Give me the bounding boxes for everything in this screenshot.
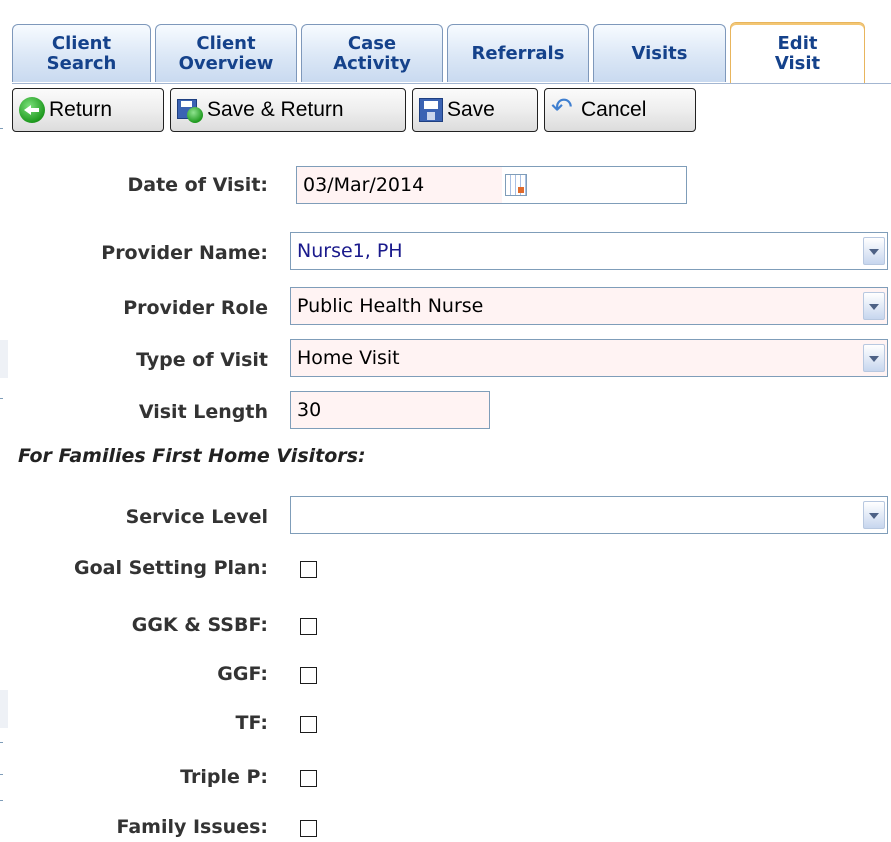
- tab-label: Client Overview: [178, 32, 274, 74]
- ggf-checkbox[interactable]: [300, 667, 317, 684]
- ggf-label: GGF:: [217, 663, 268, 685]
- tf-label: TF:: [235, 712, 269, 734]
- edge-tick: [0, 742, 3, 743]
- save-return-icon: [177, 97, 203, 123]
- goal-setting-plan-checkbox[interactable]: [300, 561, 317, 578]
- calendar-icon[interactable]: [505, 174, 527, 196]
- chevron-down-icon[interactable]: [863, 344, 885, 372]
- tab-referrals[interactable]: Referrals: [447, 24, 589, 82]
- provider-role-label: Provider Role: [123, 297, 268, 319]
- service-level-select[interactable]: [290, 496, 888, 534]
- edge-tick: [0, 128, 3, 129]
- tab-visits[interactable]: Visits: [593, 24, 726, 82]
- visit-length-input[interactable]: 30: [290, 391, 490, 429]
- type-of-visit-select[interactable]: Home Visit: [290, 339, 888, 377]
- return-icon: [19, 97, 45, 123]
- edge-tick: [0, 774, 3, 775]
- save-return-label: Save & Return: [207, 98, 344, 121]
- return-label: Return: [49, 98, 113, 121]
- date-value: 03/Mar/2014: [303, 174, 425, 196]
- cancel-icon: [551, 93, 577, 123]
- chevron-down-icon[interactable]: [863, 237, 885, 265]
- type-of-visit-value: Home Visit: [297, 347, 400, 369]
- triple-p-checkbox[interactable]: [300, 770, 317, 787]
- cancel-label: Cancel: [581, 98, 647, 121]
- tab-client-overview[interactable]: Client Overview: [155, 24, 297, 82]
- save-icon: [419, 98, 443, 122]
- tab-label: Edit Visit: [774, 32, 821, 74]
- tf-checkbox[interactable]: [300, 716, 317, 733]
- save-return-button[interactable]: Save & Return: [170, 88, 406, 132]
- triple-p-label: Triple P:: [180, 766, 268, 788]
- save-button[interactable]: Save: [412, 88, 538, 132]
- service-level-label: Service Level: [125, 506, 268, 528]
- edge-shade: [0, 340, 8, 378]
- type-of-visit-label: Type of Visit: [136, 349, 268, 371]
- goal-setting-plan-label: Goal Setting Plan:: [74, 557, 268, 579]
- chevron-down-icon[interactable]: [863, 292, 885, 320]
- page-left-edge: [0, 0, 12, 842]
- family-issues-label: Family Issues:: [116, 816, 268, 838]
- provider-name-label: Provider Name:: [101, 242, 268, 264]
- tab-case-activity[interactable]: Case Activity: [301, 24, 443, 82]
- tab-label: Case Activity: [333, 32, 411, 74]
- visit-length-label: Visit Length: [138, 401, 268, 423]
- tab-divider: [12, 83, 891, 84]
- tab-edit-visit[interactable]: Edit Visit: [730, 22, 865, 84]
- save-label: Save: [447, 98, 495, 121]
- provider-role-value: Public Health Nurse: [297, 295, 484, 317]
- ggk-ssbf-checkbox[interactable]: [300, 618, 317, 635]
- tab-label: Referrals: [471, 42, 565, 64]
- return-button[interactable]: Return: [12, 88, 164, 132]
- section-title: For Families First Home Visitors:: [18, 445, 366, 467]
- visit-length-value: 30: [297, 399, 322, 421]
- tab-strip: Client Search Client Overview Case Activ…: [12, 22, 891, 84]
- edge-shade: [0, 690, 8, 728]
- provider-name-value: Nurse1, PH: [297, 240, 403, 262]
- edge-tick: [0, 398, 3, 399]
- date-of-visit-field[interactable]: 03/Mar/2014: [296, 166, 687, 204]
- chevron-down-icon[interactable]: [863, 501, 885, 529]
- provider-role-select[interactable]: Public Health Nurse: [290, 287, 888, 325]
- family-issues-checkbox[interactable]: [300, 820, 317, 837]
- tab-label: Client Search: [46, 32, 117, 74]
- edge-tick: [0, 800, 3, 801]
- cancel-button[interactable]: Cancel: [544, 88, 696, 132]
- ggk-ssbf-label: GGK & SSBF:: [131, 614, 268, 636]
- date-of-visit-label: Date of Visit:: [127, 174, 269, 196]
- tab-label: Visits: [631, 42, 688, 64]
- provider-name-select[interactable]: Nurse1, PH: [290, 232, 888, 270]
- tab-client-search[interactable]: Client Search: [12, 24, 151, 82]
